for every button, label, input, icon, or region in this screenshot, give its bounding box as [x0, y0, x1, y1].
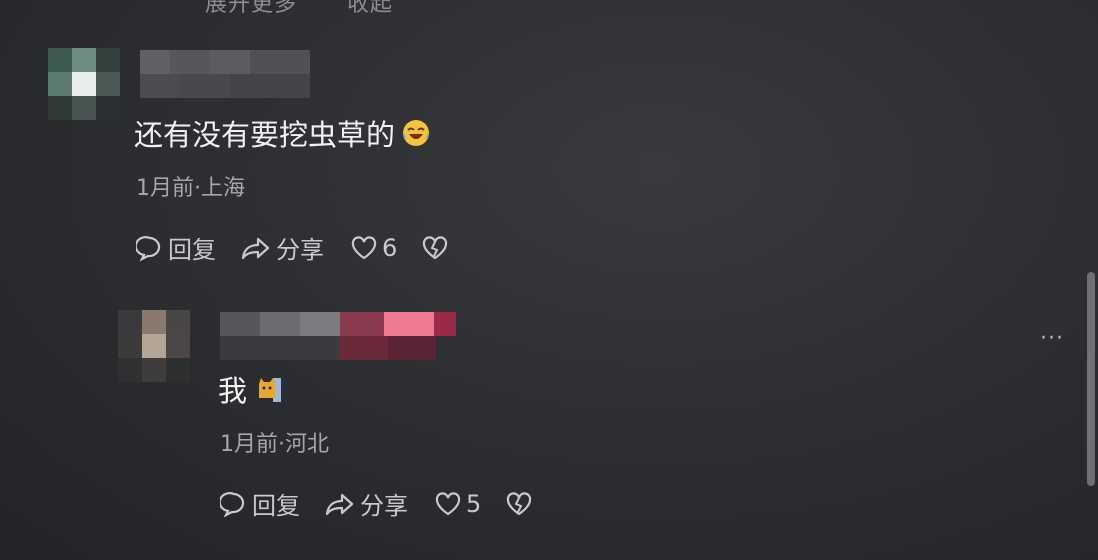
broken-heart-icon	[423, 235, 448, 259]
share-arrow-icon	[241, 237, 270, 259]
top-expand-row: 展开更多 收起	[205, 0, 443, 18]
reply-comment-meta: 1月前·河北	[220, 432, 329, 457]
cat-emoji-icon	[259, 378, 282, 402]
like-count: 5	[466, 489, 482, 518]
scrollbar[interactable]	[1084, 268, 1098, 490]
username-blurred[interactable]	[140, 50, 310, 74]
share-arrow-icon	[325, 493, 354, 515]
like-button[interactable]: 6	[350, 234, 397, 262]
comment-text: 还有没有要挖虫草的	[134, 112, 431, 154]
reply-button[interactable]: 回复	[220, 486, 300, 521]
comment-meta: 1月前·上海	[136, 176, 245, 201]
username-blurred-lower	[140, 74, 310, 98]
share-button[interactable]: 分享	[324, 486, 408, 521]
reply-username-blurred[interactable]	[220, 312, 456, 336]
reply-username-blurred-lower	[220, 336, 436, 360]
heart-icon	[351, 235, 377, 259]
share-button[interactable]: 分享	[240, 230, 324, 265]
like-button[interactable]: 5	[434, 490, 481, 518]
comment-actions: 回复 分享 6	[136, 230, 449, 265]
reply-avatar[interactable]	[118, 310, 190, 382]
collapse-link[interactable]: 收起	[347, 0, 393, 17]
laughing-tears-emoji-icon	[403, 120, 430, 146]
comment-bubble-icon	[220, 491, 245, 517]
dislike-button[interactable]	[421, 235, 449, 261]
comment-bubble-icon	[136, 235, 161, 261]
like-count: 6	[382, 233, 398, 262]
reply-comment-text: 我	[218, 368, 283, 410]
broken-heart-icon	[507, 491, 532, 515]
avatar[interactable]	[48, 48, 120, 120]
reply-button[interactable]: 回复	[136, 230, 216, 265]
scrollbar-thumb[interactable]	[1087, 272, 1095, 486]
dislike-button[interactable]	[505, 491, 533, 517]
expand-more-link[interactable]: 展开更多	[205, 0, 297, 17]
heart-icon	[435, 491, 461, 515]
reply-comment-actions: 回复 分享 5	[220, 486, 533, 521]
more-options-button[interactable]: ···	[1040, 326, 1064, 351]
